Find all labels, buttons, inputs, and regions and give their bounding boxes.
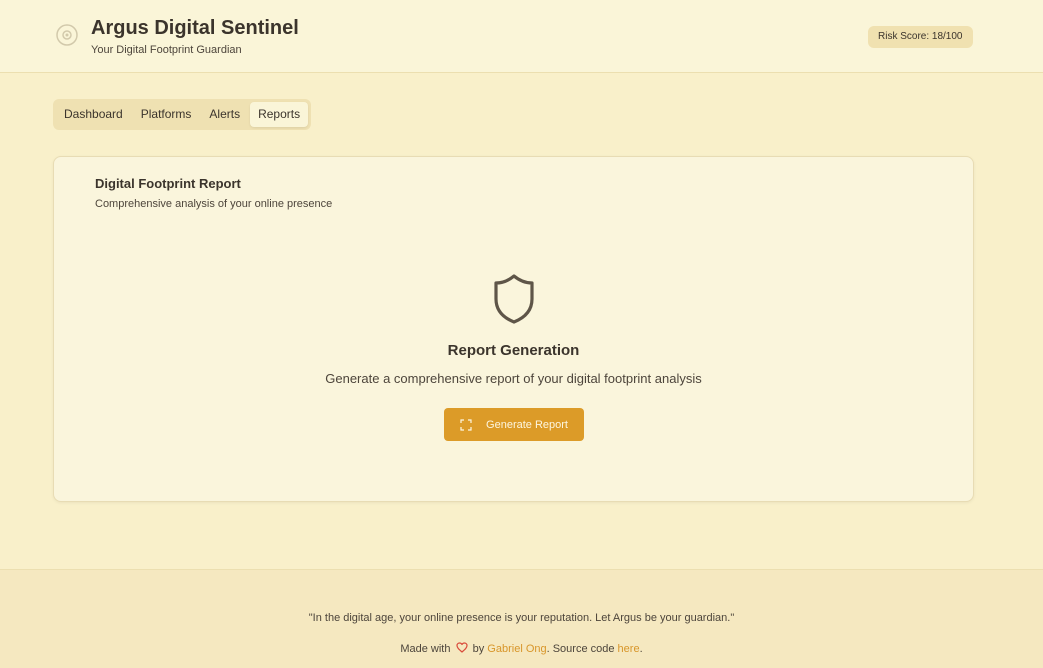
- author-link[interactable]: Gabriel Ong: [487, 643, 546, 655]
- generate-report-label: Generate Report: [486, 418, 568, 431]
- made-with-text: Made with: [400, 643, 451, 655]
- footer-period: .: [639, 643, 643, 655]
- footer-credits: Made with by Gabriel Ong. Source code he…: [0, 642, 1043, 655]
- tab-platforms[interactable]: Platforms: [133, 102, 200, 127]
- report-generation-description: Generate a comprehensive report of your …: [325, 371, 702, 386]
- report-generation-title: Report Generation: [447, 342, 580, 359]
- generate-report-button[interactable]: Generate Report: [444, 408, 584, 441]
- source-code-link[interactable]: here: [618, 643, 640, 655]
- risk-score-badge: Risk Score: 18/100: [868, 26, 973, 48]
- report-card-description: Comprehensive analysis of your online pr…: [95, 198, 333, 210]
- source-code-text: . Source code: [546, 643, 615, 655]
- app-title: Argus Digital Sentinel: [91, 17, 299, 39]
- tab-dashboard[interactable]: Dashboard: [56, 102, 131, 127]
- by-text: by: [472, 643, 485, 655]
- app-header: Argus Digital Sentinel Your Digital Foot…: [0, 0, 1043, 73]
- report-card: Digital Footprint Report Comprehensive a…: [53, 156, 974, 502]
- scan-icon: [460, 418, 472, 431]
- main-tabs: Dashboard Platforms Alerts Reports: [53, 99, 312, 130]
- footer-quote: "In the digital age, your online presenc…: [308, 612, 735, 624]
- tab-alerts[interactable]: Alerts: [201, 102, 248, 127]
- sentinel-logo-icon: [56, 24, 78, 46]
- heart-icon: [455, 642, 468, 653]
- page-footer: "In the digital age, your online presenc…: [0, 569, 1043, 668]
- app-subtitle: Your Digital Footprint Guardian: [91, 44, 242, 56]
- tab-reports[interactable]: Reports: [250, 102, 309, 127]
- shield-icon: [494, 274, 534, 324]
- report-card-title: Digital Footprint Report: [95, 176, 241, 191]
